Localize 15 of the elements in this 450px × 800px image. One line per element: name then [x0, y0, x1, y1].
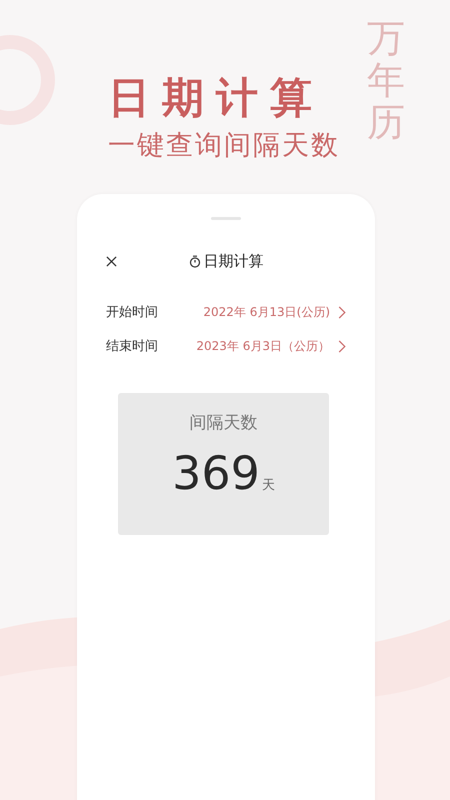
side-title: 万年历: [367, 18, 405, 144]
row-label: 结束时间: [106, 338, 159, 355]
day-count: 369: [172, 446, 260, 500]
result-label: 间隔天数: [190, 412, 258, 434]
date-value[interactable]: 2022年 6月13日(公历): [203, 304, 330, 320]
chevron-icon[interactable]: [338, 306, 346, 318]
day-unit: 天: [262, 477, 275, 494]
screen-title: 日期计算: [204, 252, 264, 270]
close-icon[interactable]: [106, 256, 117, 266]
chevron-icon[interactable]: [338, 340, 346, 352]
promo-title: 日期计算: [108, 72, 324, 124]
date-value[interactable]: 2023年 6月3日（公历）: [196, 338, 330, 354]
promo-subtitle: 一键查询间隔天数: [108, 129, 340, 163]
stopwatch-icon: [188, 254, 200, 268]
row-label: 开始时间: [106, 304, 159, 321]
